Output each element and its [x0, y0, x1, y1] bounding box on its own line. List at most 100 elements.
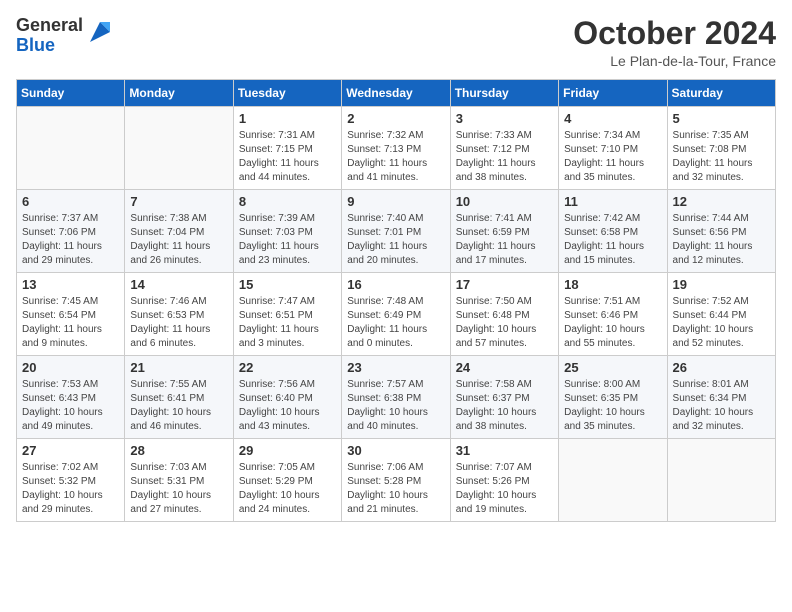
- day-header-tuesday: Tuesday: [233, 80, 341, 107]
- day-number: 7: [130, 194, 227, 209]
- day-info: Sunrise: 7:44 AMSunset: 6:56 PMDaylight:…: [673, 212, 770, 268]
- calendar-cell: 30 Sunrise: 7:06 AMSunset: 5:28 PMDayligh…: [342, 439, 450, 522]
- day-number: 16: [347, 277, 444, 292]
- day-number: 11: [564, 194, 661, 209]
- day-info: Sunrise: 7:40 AMSunset: 7:01 PMDaylight:…: [347, 212, 444, 268]
- day-info: Sunrise: 7:48 AMSunset: 6:49 PMDaylight:…: [347, 295, 444, 351]
- day-info: Sunrise: 7:32 AMSunset: 7:13 PMDaylight:…: [347, 129, 444, 185]
- day-info: Sunrise: 7:35 AMSunset: 7:08 PMDaylight:…: [673, 129, 770, 185]
- calendar-cell: 21Sunrise: 7:55 AMSunset: 6:41 PMDayligh…: [125, 356, 233, 439]
- calendar-cell: 26Sunrise: 8:01 AMSunset: 6:34 PMDayligh…: [667, 356, 775, 439]
- calendar-cell: 27 Sunrise: 7:02 AMSunset: 5:32 PMDayligh…: [17, 439, 125, 522]
- day-number: 12: [673, 194, 770, 209]
- day-info: Sunrise: 7:57 AMSunset: 6:38 PMDaylight:…: [347, 378, 444, 434]
- calendar-cell: 29 Sunrise: 7:05 AMSunset: 5:29 PMDayligh…: [233, 439, 341, 522]
- calendar-cell: 18Sunrise: 7:51 AMSunset: 6:46 PMDayligh…: [559, 273, 667, 356]
- calendar-cell: 5 Sunrise: 7:35 AMSunset: 7:08 PMDaylight…: [667, 107, 775, 190]
- calendar-cell: 20 Sunrise: 7:53 AMSunset: 6:43 PMDayligh…: [17, 356, 125, 439]
- day-info: Sunrise: 7:42 AMSunset: 6:58 PMDaylight:…: [564, 212, 661, 268]
- location: Le Plan-de-la-Tour, France: [573, 53, 776, 69]
- calendar-cell: 16 Sunrise: 7:48 AMSunset: 6:49 PMDayligh…: [342, 273, 450, 356]
- calendar-body: 1 Sunrise: 7:31 AMSunset: 7:15 PMDaylight…: [17, 107, 776, 522]
- calendar-cell: 4Sunrise: 7:34 AMSunset: 7:10 PMDaylight…: [559, 107, 667, 190]
- day-info: Sunrise: 7:58 AMSunset: 6:37 PMDaylight:…: [456, 378, 553, 434]
- calendar-cell: 15Sunrise: 7:47 AMSunset: 6:51 PMDayligh…: [233, 273, 341, 356]
- calendar-cell: 1 Sunrise: 7:31 AMSunset: 7:15 PMDaylight…: [233, 107, 341, 190]
- day-number: 18: [564, 277, 661, 292]
- day-number: 8: [239, 194, 336, 209]
- day-number: 10: [456, 194, 553, 209]
- page-header: General Blue October 2024 Le Plan-de-la-…: [16, 16, 776, 69]
- day-info: Sunrise: 8:01 AMSunset: 6:34 PMDaylight:…: [673, 378, 770, 434]
- day-header-monday: Monday: [125, 80, 233, 107]
- day-info: Sunrise: 7:56 AMSunset: 6:40 PMDaylight:…: [239, 378, 336, 434]
- day-info: Sunrise: 7:33 AMSunset: 7:12 PMDaylight:…: [456, 129, 553, 185]
- calendar-cell: 25Sunrise: 8:00 AMSunset: 6:35 PMDayligh…: [559, 356, 667, 439]
- day-number: 3: [456, 111, 553, 126]
- calendar-cell: 13 Sunrise: 7:45 AMSunset: 6:54 PMDayligh…: [17, 273, 125, 356]
- day-info: Sunrise: 7:46 AMSunset: 6:53 PMDaylight:…: [130, 295, 227, 351]
- title-section: October 2024 Le Plan-de-la-Tour, France: [573, 16, 776, 69]
- calendar-cell: 31Sunrise: 7:07 AMSunset: 5:26 PMDayligh…: [450, 439, 558, 522]
- day-number: 6: [22, 194, 119, 209]
- calendar-cell: 17Sunrise: 7:50 AMSunset: 6:48 PMDayligh…: [450, 273, 558, 356]
- day-number: 20: [22, 360, 119, 375]
- day-number: 15: [239, 277, 336, 292]
- day-header-thursday: Thursday: [450, 80, 558, 107]
- calendar-cell: 11 Sunrise: 7:42 AMSunset: 6:58 PMDayligh…: [559, 190, 667, 273]
- day-info: Sunrise: 7:38 AMSunset: 7:04 PMDaylight:…: [130, 212, 227, 268]
- calendar-cell: 19Sunrise: 7:52 AMSunset: 6:44 PMDayligh…: [667, 273, 775, 356]
- calendar-cell: [125, 107, 233, 190]
- day-header-friday: Friday: [559, 80, 667, 107]
- day-number: 19: [673, 277, 770, 292]
- logo-blue: Blue: [16, 35, 55, 55]
- day-number: 22: [239, 360, 336, 375]
- day-number: 5: [673, 111, 770, 126]
- calendar-cell: [667, 439, 775, 522]
- calendar-cell: 7 Sunrise: 7:38 AMSunset: 7:04 PMDaylight…: [125, 190, 233, 273]
- day-header-saturday: Saturday: [667, 80, 775, 107]
- day-info: Sunrise: 7:37 AMSunset: 7:06 PMDaylight:…: [22, 212, 119, 268]
- calendar-week-5: 27 Sunrise: 7:02 AMSunset: 5:32 PMDayligh…: [17, 439, 776, 522]
- calendar-cell: [17, 107, 125, 190]
- day-header-wednesday: Wednesday: [342, 80, 450, 107]
- day-info: Sunrise: 7:02 AMSunset: 5:32 PMDaylight:…: [22, 461, 119, 517]
- calendar-week-4: 20 Sunrise: 7:53 AMSunset: 6:43 PMDayligh…: [17, 356, 776, 439]
- calendar-cell: 28 Sunrise: 7:03 AMSunset: 5:31 PMDayligh…: [125, 439, 233, 522]
- calendar-week-3: 13 Sunrise: 7:45 AMSunset: 6:54 PMDayligh…: [17, 273, 776, 356]
- day-number: 27: [22, 443, 119, 458]
- day-info: Sunrise: 7:39 AMSunset: 7:03 PMDaylight:…: [239, 212, 336, 268]
- logo-general: General: [16, 15, 83, 35]
- day-info: Sunrise: 7:31 AMSunset: 7:15 PMDaylight:…: [239, 129, 336, 185]
- day-header-sunday: Sunday: [17, 80, 125, 107]
- day-info: Sunrise: 7:50 AMSunset: 6:48 PMDaylight:…: [456, 295, 553, 351]
- calendar-header-row: SundayMondayTuesdayWednesdayThursdayFrid…: [17, 80, 776, 107]
- day-number: 29: [239, 443, 336, 458]
- day-info: Sunrise: 7:45 AMSunset: 6:54 PMDaylight:…: [22, 295, 119, 351]
- day-info: Sunrise: 7:53 AMSunset: 6:43 PMDaylight:…: [22, 378, 119, 434]
- calendar-cell: 8 Sunrise: 7:39 AMSunset: 7:03 PMDaylight…: [233, 190, 341, 273]
- calendar-cell: 10 Sunrise: 7:41 AMSunset: 6:59 PMDayligh…: [450, 190, 558, 273]
- day-number: 1: [239, 111, 336, 126]
- day-number: 2: [347, 111, 444, 126]
- calendar-week-2: 6 Sunrise: 7:37 AMSunset: 7:06 PMDaylight…: [17, 190, 776, 273]
- calendar-cell: [559, 439, 667, 522]
- calendar-table: SundayMondayTuesdayWednesdayThursdayFrid…: [16, 79, 776, 522]
- day-number: 24: [456, 360, 553, 375]
- month-title: October 2024: [573, 16, 776, 51]
- logo: General Blue: [16, 16, 114, 56]
- day-info: Sunrise: 7:06 AMSunset: 5:28 PMDaylight:…: [347, 461, 444, 517]
- day-info: Sunrise: 7:05 AMSunset: 5:29 PMDaylight:…: [239, 461, 336, 517]
- day-number: 21: [130, 360, 227, 375]
- day-info: Sunrise: 7:41 AMSunset: 6:59 PMDaylight:…: [456, 212, 553, 268]
- day-number: 28: [130, 443, 227, 458]
- day-number: 30: [347, 443, 444, 458]
- day-info: Sunrise: 7:03 AMSunset: 5:31 PMDaylight:…: [130, 461, 227, 517]
- calendar-cell: 24 Sunrise: 7:58 AMSunset: 6:37 PMDayligh…: [450, 356, 558, 439]
- day-info: Sunrise: 7:07 AMSunset: 5:26 PMDaylight:…: [456, 461, 553, 517]
- day-number: 14: [130, 277, 227, 292]
- day-number: 13: [22, 277, 119, 292]
- calendar-cell: 23Sunrise: 7:57 AMSunset: 6:38 PMDayligh…: [342, 356, 450, 439]
- calendar-cell: 2 Sunrise: 7:32 AMSunset: 7:13 PMDaylight…: [342, 107, 450, 190]
- day-number: 4: [564, 111, 661, 126]
